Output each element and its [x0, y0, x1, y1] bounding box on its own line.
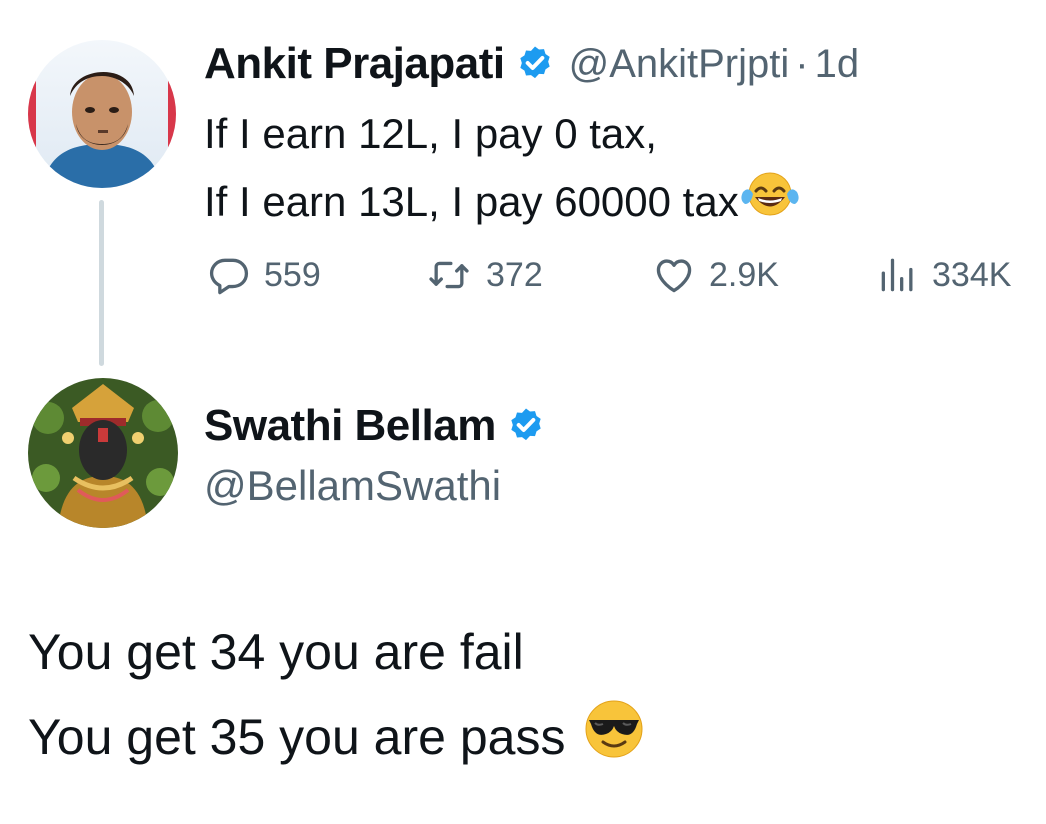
repost-icon	[429, 261, 469, 289]
tweet-text-line-content: If I earn 13L, I pay 60000 tax	[204, 178, 739, 225]
like-button[interactable]: 2.9K	[651, 250, 779, 300]
heart-icon	[656, 259, 692, 293]
repost-button[interactable]: 372	[424, 250, 543, 300]
reply-author-name[interactable]: Swathi Bellam	[204, 401, 496, 451]
tweet-text-line: If I earn 13L, I pay 60000 tax	[204, 170, 801, 234]
avatar-swathi[interactable]	[28, 378, 178, 528]
reply-text-line: You get 35 you are pass	[28, 698, 645, 775]
reply-text-line: You get 34 you are fail	[28, 624, 524, 680]
avatar-portrait-image	[28, 40, 176, 188]
reply-text-line-content: You get 35 you are pass	[28, 708, 566, 765]
tweet-text-line: If I earn 12L, I pay 0 tax,	[204, 110, 657, 157]
repost-count: 372	[486, 255, 543, 294]
author-handle[interactable]: @AnkitPrjpti	[569, 42, 790, 87]
avatar-ankit[interactable]	[28, 40, 176, 188]
smiling-face-with-sunglasses-icon	[583, 698, 645, 775]
reply-author-handle[interactable]: @BellamSwathi	[204, 462, 501, 509]
views-button[interactable]: 334K	[876, 250, 1011, 300]
author-name[interactable]: Ankit Prajapati	[204, 39, 505, 89]
reply-count: 559	[264, 255, 321, 294]
verified-badge-icon[interactable]	[515, 44, 555, 84]
avatar-deity-image	[28, 378, 178, 528]
views-chart-icon	[881, 258, 913, 292]
thread-connector-line	[99, 200, 104, 366]
separator-dot: ·	[795, 41, 809, 86]
reply-icon	[209, 258, 249, 295]
face-with-tears-of-joy-icon	[739, 170, 801, 234]
tweet-timestamp[interactable]: 1d	[815, 42, 860, 87]
reply-button[interactable]: 559	[206, 250, 321, 300]
reply-handle-row: @BellamSwathi	[204, 462, 501, 510]
verified-badge-icon[interactable]	[506, 406, 546, 446]
reply-author-row: Swathi Bellam	[204, 398, 546, 454]
views-count: 334K	[932, 255, 1012, 294]
like-count: 2.9K	[709, 255, 779, 294]
tweet-header: Ankit Prajapati @AnkitPrjpti · 1d	[204, 36, 859, 92]
